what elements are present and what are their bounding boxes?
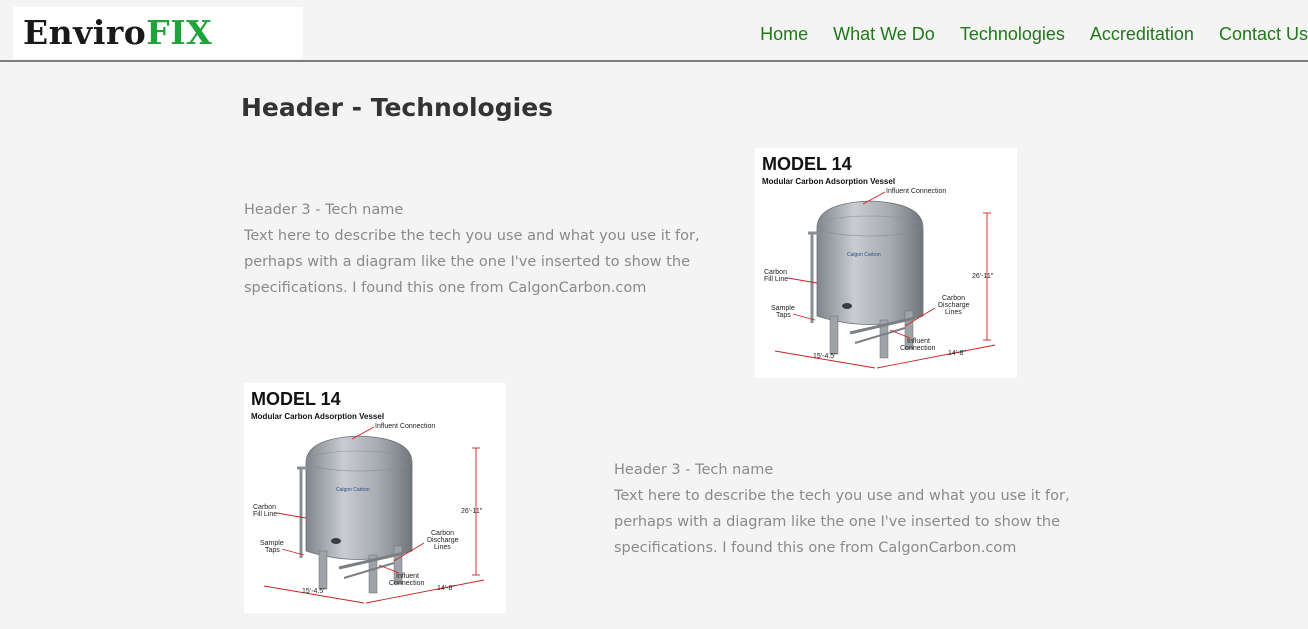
carbon-vessel-tank: Calgon Carbon xyxy=(297,435,413,594)
nav-link-technologies[interactable]: Technologies xyxy=(960,21,1065,47)
label-carbon-discharge-2: Discharge xyxy=(427,537,459,544)
label-carbon-discharge-1: Carbon xyxy=(942,295,965,302)
label-depth-dimension: 14'-8" xyxy=(948,350,966,357)
label-carbon-discharge-3: Lines xyxy=(434,544,451,551)
nav-link-what-we-do[interactable]: What We Do xyxy=(833,21,935,47)
diagram-model-title: MODEL 14 xyxy=(762,154,852,174)
tech-description-line: specifications. I found this one from Ca… xyxy=(244,280,647,296)
label-carbon-fill-1: Carbon xyxy=(253,504,276,511)
tech-diagram-image-2: MODEL 14 Modular Carbon Adsorption Vesse… xyxy=(244,383,506,613)
label-width-dimension: 15'-4.5" xyxy=(302,588,326,595)
label-height-dimension: 26'-11" xyxy=(972,273,994,280)
svg-text:Calgon Carbon: Calgon Carbon xyxy=(336,487,370,493)
logo-text-enviro: Enviro xyxy=(23,13,147,52)
label-width-dimension: 15'-4.5" xyxy=(813,353,837,360)
label-influent-connection-bottom-2: Connection xyxy=(900,345,936,352)
diagram-subtitle: Modular Carbon Adsorption Vessel xyxy=(251,412,384,421)
label-carbon-fill-2: Fill Line xyxy=(764,276,788,283)
logo-text-fix: FIX xyxy=(146,13,213,52)
main-nav: Home What We Do Technologies Accreditati… xyxy=(735,21,1308,47)
site-logo[interactable]: EnviroFIX xyxy=(13,7,303,59)
label-carbon-fill-1: Carbon xyxy=(764,269,787,276)
label-sample-taps-2: Taps xyxy=(776,312,791,319)
label-influent-connection-bottom-2: Connection xyxy=(389,580,425,587)
label-influent-connection-bottom-1: Influent xyxy=(907,338,930,345)
diagram-subtitle: Modular Carbon Adsorption Vessel xyxy=(762,177,895,186)
label-sample-taps-2: Taps xyxy=(265,547,280,554)
tech-diagram-image-1: MODEL 14 Modular Carbon Adsorption Vesse… xyxy=(755,148,1017,378)
carbon-vessel-tank: Calgon Carbon xyxy=(808,200,924,359)
tech-description-line: Text here to describe the tech you use a… xyxy=(244,228,700,244)
label-sample-taps-1: Sample xyxy=(771,305,795,312)
svg-text:Calgon Carbon: Calgon Carbon xyxy=(847,252,881,258)
tech-description-line: specifications. I found this one from Ca… xyxy=(614,540,1017,556)
label-depth-dimension: 14'-8" xyxy=(437,585,455,592)
label-carbon-fill-2: Fill Line xyxy=(253,511,277,518)
nav-link-home[interactable]: Home xyxy=(760,21,808,47)
tech-description-line: perhaps with a diagram like the one I've… xyxy=(244,254,691,270)
label-influent-connection-bottom-1: Influent xyxy=(396,573,419,580)
logo-text: EnviroFIX xyxy=(23,13,212,53)
label-height-dimension: 26'-11" xyxy=(461,508,483,515)
label-carbon-discharge-1: Carbon xyxy=(431,530,454,537)
tech-description-line: Text here to describe the tech you use a… xyxy=(614,488,1070,504)
label-sample-taps-1: Sample xyxy=(260,540,284,547)
label-influent-connection-top: Influent Connection xyxy=(886,188,946,195)
tech-name-heading: Header 3 - Tech name xyxy=(614,462,774,478)
label-carbon-discharge-2: Discharge xyxy=(938,302,970,309)
tech-section-2: Header 3 - Tech name Text here to descri… xyxy=(614,457,1070,561)
diagram-model-title: MODEL 14 xyxy=(251,389,341,409)
nav-link-contact-us[interactable]: Contact Us xyxy=(1219,21,1308,47)
tech-name-heading: Header 3 - Tech name xyxy=(244,202,404,218)
label-influent-connection-top: Influent Connection xyxy=(375,423,435,430)
tech-section-1: Header 3 - Tech name Text here to descri… xyxy=(244,197,700,301)
nav-link-accreditation[interactable]: Accreditation xyxy=(1090,21,1194,47)
page-title: Header - Technologies xyxy=(241,93,554,122)
top-navigation-bar: EnviroFIX Home What We Do Technologies A… xyxy=(0,0,1308,62)
vessel-diagram-svg: MODEL 14 Modular Carbon Adsorption Vesse… xyxy=(251,389,485,604)
tech-description-line: perhaps with a diagram like the one I've… xyxy=(614,514,1061,530)
vessel-diagram-svg: MODEL 14 Modular Carbon Adsorption Vesse… xyxy=(762,154,996,369)
label-carbon-discharge-3: Lines xyxy=(945,309,962,316)
